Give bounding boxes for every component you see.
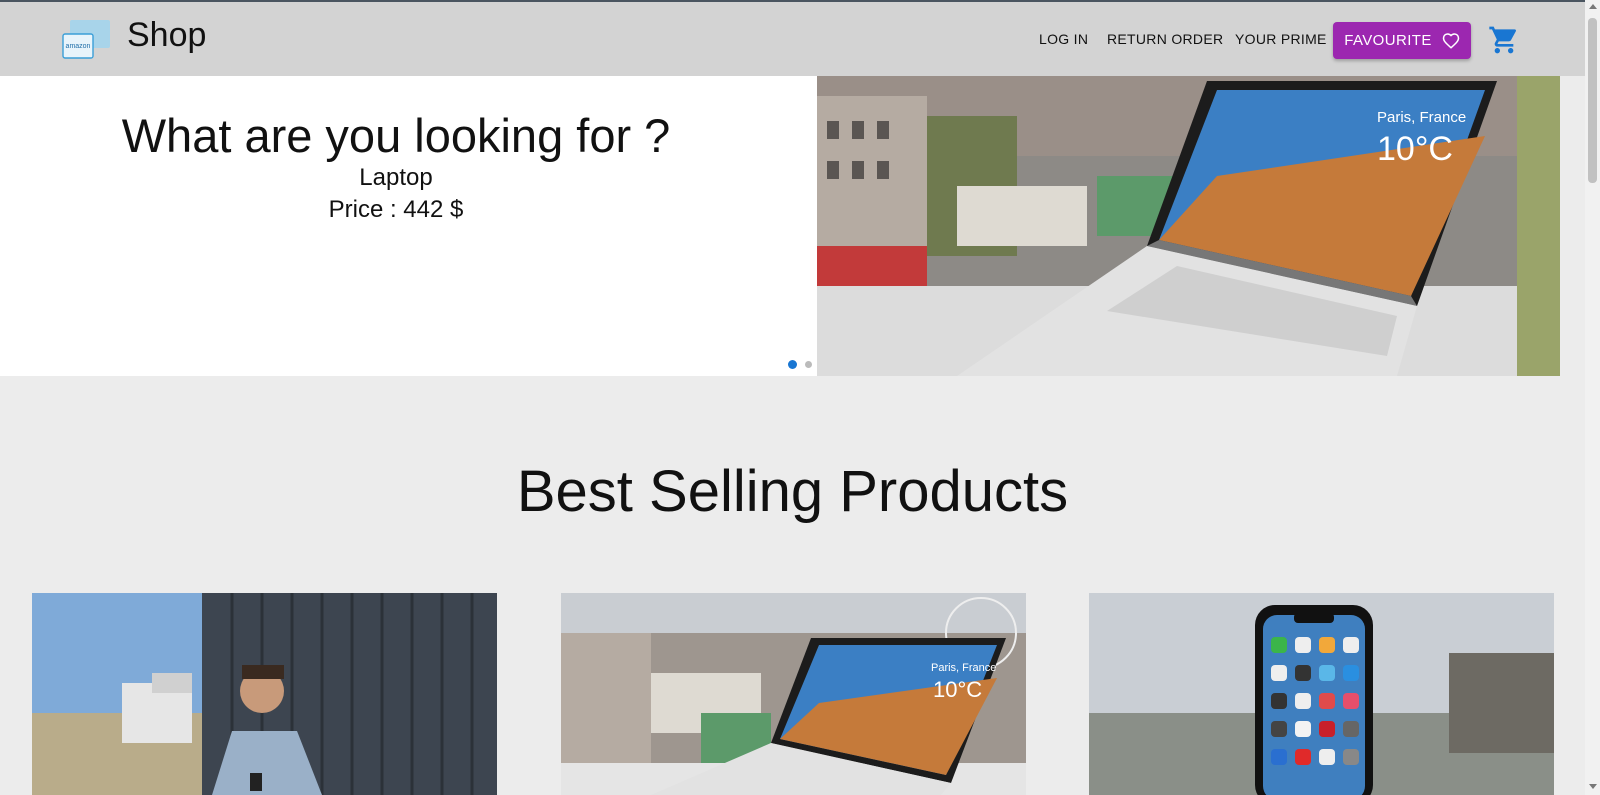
product-image-iphone[interactable] xyxy=(1089,593,1554,795)
scroll-down-icon[interactable] xyxy=(1589,784,1597,789)
section-title: Best Selling Products xyxy=(516,459,1069,524)
amazon-logo[interactable]: amazon xyxy=(62,20,112,60)
favourite-button[interactable]: FAVOURITE xyxy=(1333,22,1471,59)
heart-icon xyxy=(1442,32,1460,49)
brand-title[interactable]: Shop xyxy=(127,16,206,55)
product-image-laptop[interactable]: Paris, France 10°C xyxy=(561,593,1026,795)
svg-text:amazon: amazon xyxy=(66,43,91,50)
svg-text:10°C: 10°C xyxy=(1377,130,1453,168)
cart-icon[interactable] xyxy=(1488,24,1520,56)
nav-return-order[interactable]: RETURN ORDER xyxy=(1107,31,1223,47)
product-image-man-phone[interactable] xyxy=(32,593,497,795)
scroll-up-icon[interactable] xyxy=(1589,4,1597,9)
carousel-dot-1[interactable] xyxy=(788,360,797,369)
svg-text:Paris, France: Paris, France xyxy=(1377,109,1466,126)
svg-text:10°C: 10°C xyxy=(933,677,982,702)
favourite-label: FAVOURITE xyxy=(1344,32,1432,49)
nav-log-in[interactable]: LOG IN xyxy=(1039,31,1088,47)
hero-price: Price : 442 $ xyxy=(328,196,464,223)
svg-text:Paris, France: Paris, France xyxy=(931,662,996,674)
hero-carousel: What are you looking for ? Laptop Price … xyxy=(0,76,1560,376)
scroll-thumb[interactable] xyxy=(1588,18,1597,183)
carousel-dot-2[interactable] xyxy=(805,361,812,368)
header: amazon Shop LOG IN RETURN ORDER YOUR PRI… xyxy=(0,2,1585,76)
nav-your-prime[interactable]: YOUR PRIME xyxy=(1235,31,1327,47)
hero-title: What are you looking for ? xyxy=(121,109,671,162)
hero-product-name: Laptop xyxy=(359,164,433,191)
hero-laptop-image: Paris, France 10°C xyxy=(817,76,1560,376)
scrollbar[interactable] xyxy=(1585,0,1600,795)
